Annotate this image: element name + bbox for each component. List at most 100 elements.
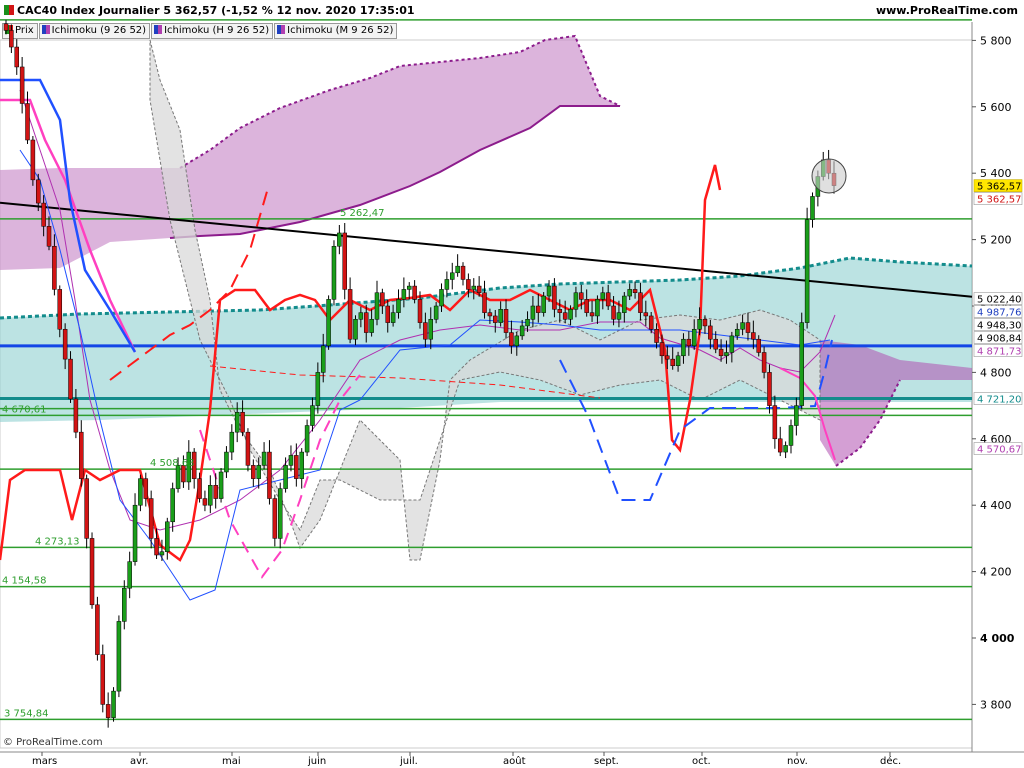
candle[interactable]: [718, 348, 724, 357]
candle[interactable]: [686, 338, 692, 347]
candle[interactable]: [799, 322, 804, 406]
candle[interactable]: [406, 285, 412, 290]
candle[interactable]: [100, 654, 106, 705]
candle[interactable]: [579, 292, 584, 300]
candle[interactable]: [234, 411, 240, 433]
candle[interactable]: [476, 285, 482, 293]
candle[interactable]: [546, 285, 552, 297]
candle[interactable]: [708, 325, 713, 340]
candle[interactable]: [433, 305, 439, 320]
candle[interactable]: [138, 478, 143, 506]
candle[interactable]: [401, 289, 407, 300]
candle[interactable]: [57, 289, 63, 330]
candle[interactable]: [756, 338, 761, 353]
candle[interactable]: [654, 328, 659, 343]
candle[interactable]: [525, 319, 530, 327]
candle[interactable]: [251, 465, 256, 479]
candle[interactable]: [412, 285, 417, 300]
candle[interactable]: [783, 445, 788, 453]
candle[interactable]: [52, 245, 57, 290]
candle[interactable]: [772, 405, 778, 440]
trendline[interactable]: [0, 201, 973, 298]
candle[interactable]: [208, 485, 213, 506]
candle[interactable]: [568, 309, 573, 320]
candle[interactable]: [213, 485, 218, 499]
candle[interactable]: [519, 325, 525, 337]
candle[interactable]: [729, 335, 735, 353]
candle[interactable]: [471, 285, 477, 290]
candle[interactable]: [659, 342, 665, 357]
candle[interactable]: [41, 202, 46, 227]
candle[interactable]: [423, 322, 428, 340]
candle[interactable]: [767, 372, 772, 406]
candle[interactable]: [62, 328, 68, 360]
candle[interactable]: [143, 478, 149, 499]
candle[interactable]: [745, 322, 751, 333]
candle[interactable]: [810, 196, 815, 220]
candle[interactable]: [460, 265, 466, 280]
candle[interactable]: [272, 498, 278, 539]
candle[interactable]: [557, 309, 563, 313]
candle[interactable]: [84, 478, 89, 539]
candle[interactable]: [670, 358, 675, 367]
candle[interactable]: [589, 312, 595, 317]
candle[interactable]: [761, 352, 767, 373]
candle[interactable]: [165, 521, 170, 552]
candle[interactable]: [202, 498, 208, 506]
candle[interactable]: [385, 305, 390, 323]
candle[interactable]: [536, 305, 541, 313]
candle[interactable]: [611, 305, 616, 320]
candle[interactable]: [595, 299, 600, 317]
candle[interactable]: [439, 289, 444, 307]
candle[interactable]: [116, 621, 122, 692]
candle[interactable]: [605, 292, 611, 307]
candle[interactable]: [541, 295, 546, 313]
candle[interactable]: [665, 355, 670, 360]
candle[interactable]: [627, 289, 632, 297]
candle[interactable]: [224, 451, 229, 473]
candle[interactable]: [428, 319, 434, 340]
candle[interactable]: [36, 179, 41, 204]
candle[interactable]: [466, 279, 471, 290]
candle[interactable]: [455, 265, 460, 274]
candle[interactable]: [95, 604, 100, 655]
candle[interactable]: [331, 245, 337, 300]
candle[interactable]: [159, 551, 165, 556]
candle[interactable]: [713, 338, 718, 350]
candle[interactable]: [245, 431, 251, 466]
candle[interactable]: [788, 425, 794, 446]
candle[interactable]: [347, 289, 353, 340]
candle[interactable]: [390, 312, 396, 323]
candle[interactable]: [342, 232, 347, 290]
candle[interactable]: [498, 309, 503, 323]
candle[interactable]: [240, 411, 245, 433]
candle[interactable]: [622, 295, 627, 313]
candle[interactable]: [132, 504, 138, 562]
candle[interactable]: [353, 319, 358, 340]
candle[interactable]: [503, 309, 509, 333]
candle[interactable]: [105, 704, 111, 718]
candle[interactable]: [482, 292, 487, 313]
candle[interactable]: [600, 292, 606, 300]
candle[interactable]: [369, 319, 374, 333]
candle[interactable]: [315, 372, 321, 406]
candle[interactable]: [450, 272, 455, 280]
candle[interactable]: [530, 305, 536, 320]
candle[interactable]: [30, 139, 36, 181]
candle[interactable]: [493, 315, 498, 323]
candle[interactable]: [261, 451, 267, 466]
candle[interactable]: [777, 438, 783, 453]
candle[interactable]: [170, 488, 175, 523]
candle[interactable]: [740, 322, 745, 330]
candle[interactable]: [229, 431, 235, 453]
candle[interactable]: [68, 358, 73, 400]
candle[interactable]: [127, 561, 132, 589]
candle[interactable]: [283, 465, 288, 489]
candle[interactable]: [3, 23, 9, 31]
candle[interactable]: [417, 299, 423, 323]
candle[interactable]: [197, 478, 202, 499]
candle[interactable]: [277, 488, 283, 539]
candle[interactable]: [380, 292, 385, 307]
candle[interactable]: [326, 299, 331, 347]
candle[interactable]: [267, 451, 272, 499]
